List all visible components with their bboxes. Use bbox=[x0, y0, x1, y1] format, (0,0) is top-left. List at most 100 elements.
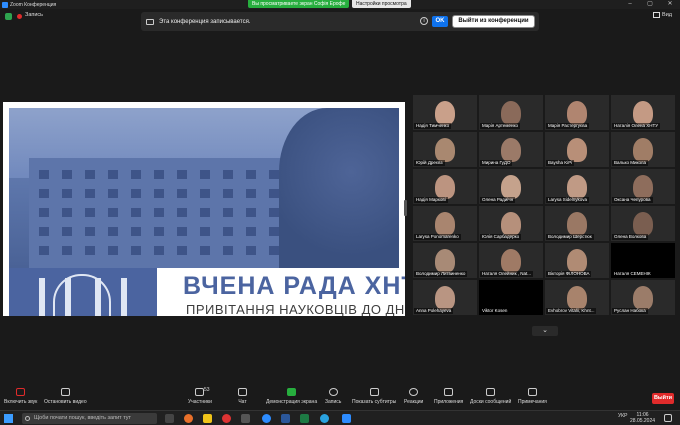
participant-video bbox=[567, 249, 587, 273]
participant-tile[interactable]: Оксана Чепурова bbox=[611, 169, 675, 204]
participant-tile[interactable]: Evhobrov Vitalii, Khnt... bbox=[545, 280, 609, 315]
telegram-icon[interactable] bbox=[320, 414, 329, 423]
participant-tile[interactable]: Руслан Набока bbox=[611, 280, 675, 315]
gallery-collapse-button[interactable]: ⌄ bbox=[532, 326, 558, 336]
participant-video bbox=[633, 212, 653, 236]
participant-tile[interactable]: Наталія Олена ХНТУ bbox=[611, 95, 675, 130]
participant-tile[interactable]: Вікторія ФІЛОНОВА bbox=[545, 243, 609, 278]
viewing-screen-pill[interactable]: Вы просматриваете экран Софія Ерофе bbox=[248, 0, 350, 8]
word-icon[interactable] bbox=[281, 414, 290, 423]
building-window bbox=[154, 170, 164, 179]
share-screen-button[interactable]: Демонстрация экрана bbox=[266, 388, 317, 405]
participant-name: Baysha KiPi bbox=[546, 160, 575, 166]
participant-name: Олена Радиічн bbox=[480, 197, 516, 203]
participant-name: Володимир Шерстюк bbox=[546, 234, 594, 240]
search-icon bbox=[25, 416, 30, 421]
maximize-button[interactable]: ▢ bbox=[640, 0, 660, 9]
participant-tile[interactable]: Наталя Олейник , Nat... bbox=[479, 243, 543, 278]
apps-label: Приложения bbox=[434, 399, 464, 405]
participant-tile[interactable]: Viktor Kosen bbox=[479, 280, 543, 315]
participant-tile[interactable]: Марія Растергуєва bbox=[545, 95, 609, 130]
participant-tile[interactable]: Мирина ГуДО bbox=[479, 132, 543, 167]
participant-tile[interactable]: Юрій Дреєвз bbox=[413, 132, 477, 167]
notifications-icon[interactable] bbox=[664, 414, 672, 422]
participant-tile[interactable]: Юлія Сарбадерко bbox=[479, 206, 543, 241]
stop-video-button[interactable]: Остановить видео bbox=[44, 388, 87, 405]
reactions-button[interactable]: Реакции bbox=[404, 388, 423, 405]
building-window bbox=[131, 246, 141, 255]
security-shield-icon[interactable] bbox=[5, 13, 12, 20]
building-window bbox=[269, 246, 279, 255]
participant-video bbox=[633, 101, 653, 125]
building-window bbox=[269, 227, 279, 236]
participant-tile[interactable]: Володимир Литвиненко bbox=[413, 243, 477, 278]
participant-tile[interactable]: Anna Polehayeva bbox=[413, 280, 477, 315]
opera-icon[interactable] bbox=[222, 414, 231, 423]
meeting-toolbar: Включить звук Остановить видео 53 Участн… bbox=[0, 386, 680, 410]
taskbar-search-box[interactable]: Щоби почати пошук, введіть запит тут bbox=[22, 413, 157, 424]
ok-button[interactable]: OK bbox=[432, 16, 448, 27]
building-window bbox=[223, 208, 233, 217]
firefox-icon[interactable] bbox=[184, 414, 193, 423]
building-window bbox=[154, 208, 164, 217]
participant-tile[interactable]: Наталя СЕМЕНІК bbox=[611, 243, 675, 278]
participant-tile[interactable]: Володимир Шерстюк bbox=[545, 206, 609, 241]
participant-video bbox=[633, 175, 653, 199]
building-window bbox=[39, 189, 49, 198]
keyboard-language[interactable]: УКР bbox=[618, 413, 627, 419]
windows-start-icon[interactable] bbox=[4, 414, 13, 423]
recording-notice-banner: Эта конференция записывается. i OK Выйти… bbox=[141, 12, 539, 31]
minimize-button[interactable]: – bbox=[620, 0, 640, 9]
app-icon[interactable] bbox=[241, 414, 250, 423]
apps-button[interactable]: Приложения bbox=[434, 388, 463, 405]
participant-name: Олена Волкова bbox=[612, 234, 649, 240]
building-window bbox=[108, 246, 118, 255]
participant-tile[interactable]: Larysa Ponomarenko bbox=[413, 206, 477, 241]
participant-tile[interactable]: Валько Микола bbox=[611, 132, 675, 167]
clock-date: 28.05.2024 bbox=[630, 418, 656, 424]
participant-tile[interactable]: Larysa Sidelnykova bbox=[545, 169, 609, 204]
leave-meeting-button[interactable]: Выйти из конференции bbox=[452, 15, 535, 28]
participant-tile[interactable]: Олена Волкова bbox=[611, 206, 675, 241]
notes-button[interactable]: Примечания bbox=[518, 388, 547, 405]
record-button[interactable]: Запись bbox=[325, 388, 341, 405]
slide-title: ВЧЕНА РАДА ХНТУ bbox=[183, 272, 405, 300]
building-window bbox=[108, 208, 118, 217]
captions-button[interactable]: Показать субтитры bbox=[352, 388, 396, 405]
view-button[interactable]: Вид bbox=[653, 12, 672, 18]
participant-tile[interactable]: Олена Радиічн bbox=[479, 169, 543, 204]
excel-icon[interactable] bbox=[300, 414, 309, 423]
participants-button[interactable]: 53 Участники bbox=[188, 387, 212, 405]
file-explorer-icon[interactable] bbox=[203, 414, 212, 423]
close-window-button[interactable]: ✕ bbox=[660, 0, 680, 9]
participant-tile[interactable]: Надія Тимченко bbox=[413, 95, 477, 130]
building-image bbox=[29, 158, 319, 268]
chat-button[interactable]: Чат bbox=[238, 388, 247, 405]
closed-captions-icon bbox=[369, 388, 379, 396]
building-window bbox=[177, 189, 187, 198]
building-window bbox=[223, 246, 233, 255]
participant-tile[interactable]: Марія Артеменко bbox=[479, 95, 543, 130]
info-icon[interactable]: i bbox=[420, 17, 428, 25]
participants-count: 53 bbox=[204, 387, 210, 393]
tree-image bbox=[279, 108, 399, 268]
building-window bbox=[39, 170, 49, 179]
unmute-button[interactable]: Включить звук bbox=[4, 388, 37, 405]
view-options-button[interactable]: Настройки просмотра bbox=[352, 0, 411, 8]
participant-video bbox=[501, 212, 521, 236]
system-clock[interactable]: 11:06 28.05.2024 bbox=[630, 412, 655, 424]
whiteboards-button[interactable]: Доски сообщений bbox=[470, 388, 511, 405]
task-view-icon[interactable] bbox=[165, 414, 174, 423]
panel-resize-handle[interactable] bbox=[404, 200, 407, 216]
zoom-taskbar-icon[interactable] bbox=[342, 414, 351, 423]
participant-video bbox=[567, 138, 587, 162]
participant-video bbox=[501, 101, 521, 125]
exit-meeting-button[interactable]: Выйти bbox=[652, 393, 674, 404]
edge-icon[interactable] bbox=[262, 414, 271, 423]
participant-name: Руслан Набока bbox=[612, 308, 648, 314]
participant-video bbox=[435, 175, 455, 199]
building-window bbox=[154, 246, 164, 255]
participant-tile[interactable]: Надія Маркові bbox=[413, 169, 477, 204]
building-window bbox=[85, 246, 95, 255]
participant-tile[interactable]: Baysha KiPi bbox=[545, 132, 609, 167]
